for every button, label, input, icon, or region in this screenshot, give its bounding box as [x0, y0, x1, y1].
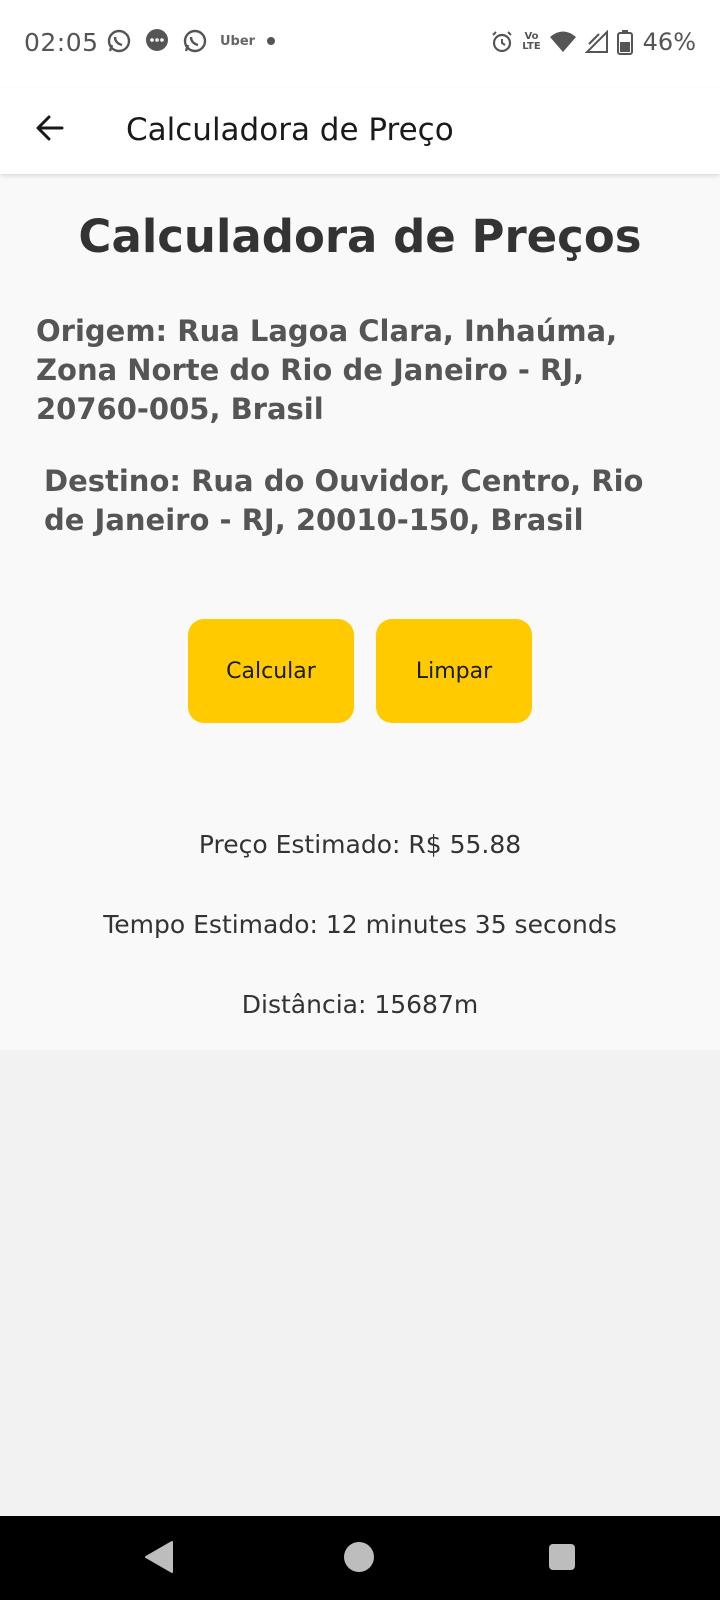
uber-icon: Uber	[220, 33, 256, 49]
alarm-icon	[490, 30, 514, 54]
clear-button[interactable]: Limpar	[376, 619, 532, 723]
battery-percent: 46%	[642, 28, 696, 56]
chat-bubble-icon	[144, 28, 170, 54]
battery-icon	[616, 29, 633, 55]
status-time: 02:05	[24, 28, 99, 57]
back-button[interactable]	[28, 108, 72, 152]
main-content: Calculadora de Preços Origem: Rua Lagoa …	[0, 174, 720, 1050]
app-bar-title: Calculadora de Preço	[126, 112, 454, 148]
page-title: Calculadora de Preços	[78, 210, 642, 263]
wifi-icon	[549, 30, 577, 54]
distance: Distância: 15687m	[241, 990, 479, 1019]
estimated-time: Tempo Estimado: 12 minutes 35 seconds	[103, 910, 617, 939]
whatsapp-icon	[182, 28, 208, 54]
volte-icon: Vo LTE	[522, 31, 541, 52]
estimated-price: Preço Estimado: R$ 55.88	[198, 830, 522, 859]
nav-recents-icon[interactable]	[549, 1544, 575, 1570]
nav-home-icon[interactable]	[344, 1542, 374, 1572]
app-bar: Calculadora de Preço	[0, 88, 720, 174]
origin-address: Origem: Rua Lagoa Clara, Inhaúma, Zona N…	[36, 314, 618, 426]
destination-address: Destino: Rua do Ouvidor, Centro, Rio de …	[44, 464, 644, 537]
signal-icon	[584, 30, 609, 54]
arrow-left-icon	[34, 112, 66, 148]
dot-icon	[267, 37, 276, 45]
calculate-button[interactable]: Calcular	[188, 619, 354, 723]
status-bar: 02:05 Uber Vo LTE 46%	[0, 0, 720, 88]
nav-back-icon[interactable]	[144, 1540, 174, 1578]
navigation-bar	[0, 1516, 720, 1600]
notification-icons: Uber	[106, 28, 276, 54]
system-icons: Vo LTE 46%	[490, 28, 696, 56]
screen: 02:05 Uber Vo LTE 46% Calculadora de Pre…	[0, 0, 720, 1600]
whatsapp-icon	[106, 28, 132, 54]
